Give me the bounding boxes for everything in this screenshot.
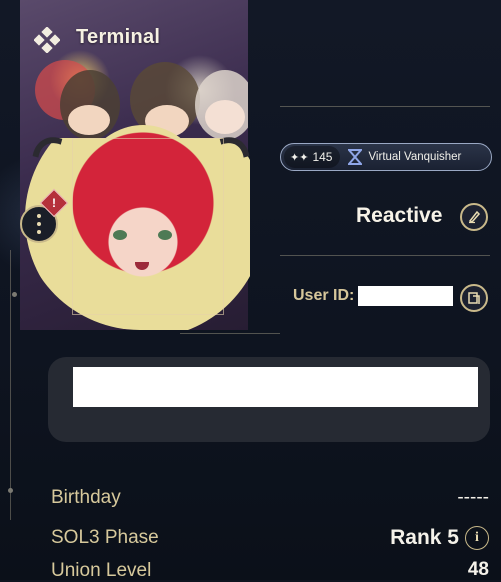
sparkle-icon: ✦✦	[290, 151, 309, 164]
badge-title: Virtual Vanquisher	[368, 151, 462, 163]
divider	[280, 106, 490, 107]
achievement-count-value: 145	[312, 150, 333, 164]
username: Reactive	[356, 204, 443, 227]
stat-label-sol3-phase: SOL3 Phase	[51, 527, 159, 548]
vertical-dots-icon	[37, 212, 41, 236]
bio-field[interactable]	[73, 367, 478, 407]
user-id-value	[358, 286, 453, 306]
edit-name-button[interactable]	[460, 203, 488, 231]
info-icon: i	[475, 530, 479, 545]
info-button[interactable]: i	[465, 526, 489, 550]
copy-icon	[468, 292, 480, 304]
achievement-count: ✦✦ 145	[284, 146, 341, 168]
page-title: Terminal	[76, 26, 161, 48]
diamond-cluster-icon	[34, 27, 60, 53]
stat-value-birthday: -----	[457, 487, 489, 508]
art-face	[68, 105, 110, 135]
divider	[180, 333, 280, 334]
side-decoration-line	[10, 250, 11, 520]
stat-label-union-level: Union Level	[51, 560, 152, 581]
side-decoration-dot	[12, 292, 17, 297]
side-decoration-dot	[8, 488, 13, 493]
stat-label-birthday: Birthday	[51, 487, 121, 508]
avatar-frame	[72, 138, 224, 315]
stat-value-union-level: 48	[467, 559, 489, 580]
hourglass-icon	[348, 149, 363, 165]
copy-user-id-button[interactable]	[460, 284, 488, 312]
title-badge[interactable]: ✦✦ 145 Virtual Vanquisher	[280, 143, 492, 171]
stat-value-sol3-phase: Rank 5	[390, 526, 459, 549]
user-id-label: User ID:	[293, 287, 355, 304]
pencil-icon	[468, 210, 481, 224]
art-face	[205, 100, 245, 134]
divider	[280, 255, 490, 256]
